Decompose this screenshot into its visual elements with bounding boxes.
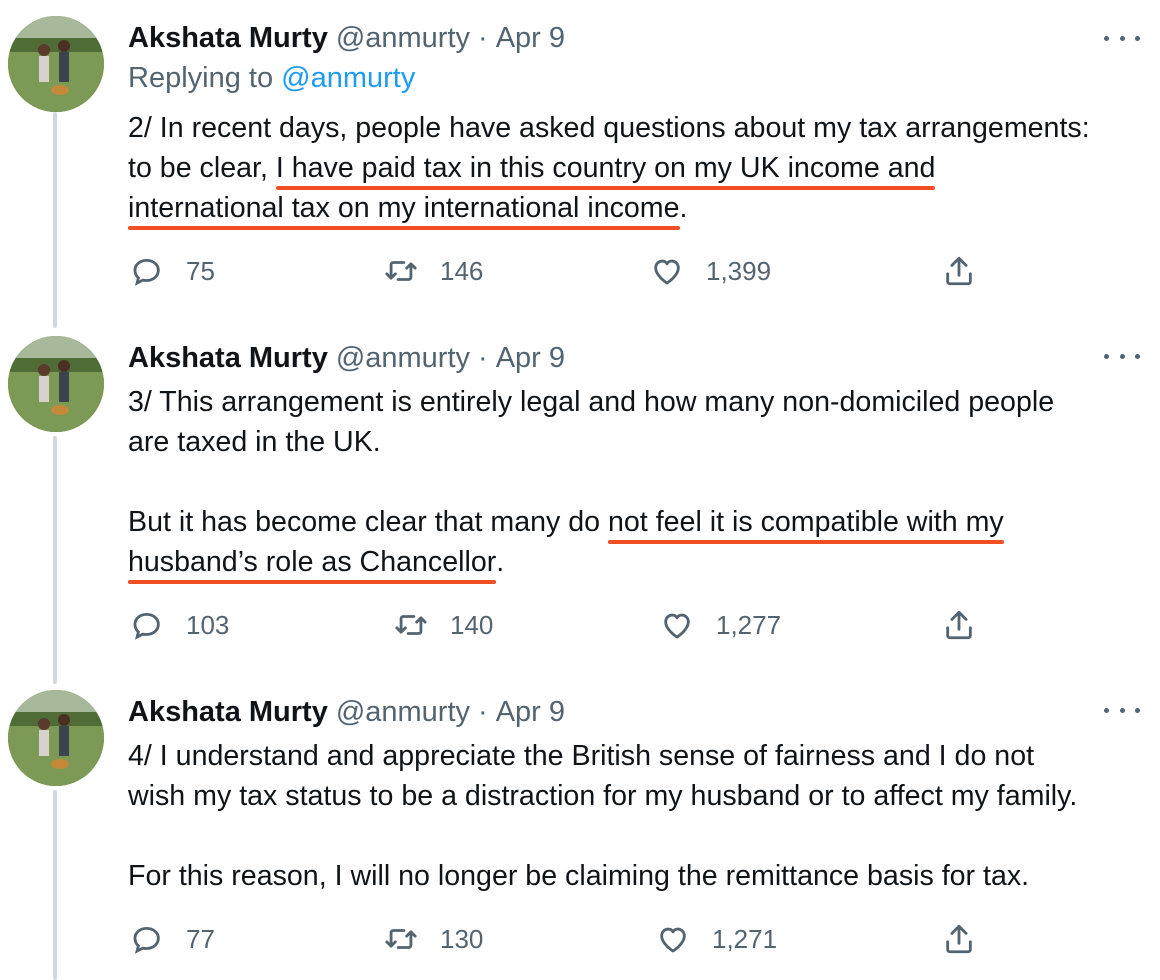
avatar[interactable] [8,336,104,432]
more-options-icon[interactable] [1104,26,1140,50]
reply-icon [133,926,160,954]
tweet-text-line: But it has become clear that many do not… [128,506,1004,538]
heart-icon [664,613,690,639]
reply-button[interactable]: 77 [130,922,215,956]
tweet-text-line: 4/ I understand and appreciate the Briti… [128,740,1035,772]
reply-count: 103 [186,609,230,640]
like-count: 1,277 [716,609,782,640]
reply-icon [133,612,160,640]
display-name[interactable]: Akshata Murty [128,22,328,55]
tweet-date[interactable]: Apr 9 [496,342,565,375]
tweet-header: Akshata Murty @anmurty · Apr 9 [128,692,565,732]
share-icon [946,610,972,640]
more-options-icon[interactable] [1104,698,1140,722]
tweet-text-line: For this reason, I will no longer be cla… [128,860,1030,892]
replying-handle-link[interactable]: @anmurty [281,62,415,94]
separator-dot: · [478,695,488,728]
like-count: 1,271 [712,923,778,954]
user-handle[interactable]: @anmurty [336,342,470,375]
tweet-text-line: to be clear, I have paid tax in this cou… [128,152,936,184]
tweet-text-line: are taxed in the UK. [128,426,381,458]
display-name[interactable]: Akshata Murty [128,696,328,729]
like-button[interactable]: 1,271 [656,922,777,956]
tweet-text-line: husband’s role as Chancellor. [128,546,505,578]
avatar[interactable] [8,690,104,786]
tweet-date[interactable]: Apr 9 [496,696,565,729]
like-button[interactable]: 1,277 [660,608,781,642]
retweet-count: 130 [440,923,484,954]
highlighted-text: I have paid tax in this country on my UK… [275,152,936,184]
share-button[interactable] [942,254,976,288]
separator-dot: · [478,21,488,54]
tweet-date[interactable]: Apr 9 [496,22,565,55]
user-handle[interactable]: @anmurty [336,22,470,55]
tweet-text-line: wish my tax status to be a distraction f… [128,780,1078,812]
retweet-count: 140 [450,609,494,640]
tweet-text-line: 3/ This arrangement is entirely legal an… [128,386,1055,418]
avatar[interactable] [8,16,104,112]
reply-icon [133,258,160,286]
retweet-icon [395,615,427,635]
retweet-button[interactable]: 140 [394,608,493,642]
share-button[interactable] [942,922,976,956]
separator-dot: · [478,341,488,374]
user-handle[interactable]: @anmurty [336,696,470,729]
tweet-header: Akshata Murty @anmurty · Apr 9 [128,338,565,378]
tweet-text-line: 2/ In recent days, people have asked que… [128,112,1090,144]
tweet[interactable]: Akshata Murty @anmurty · Apr 9 4/ I unde… [0,676,1160,980]
like-count: 1,399 [706,255,772,286]
retweet-icon [385,929,417,949]
tweet[interactable]: Akshata Murty @anmurty · Apr 9 Replying … [0,0,1160,320]
reply-count: 77 [186,923,215,954]
share-icon [946,924,972,954]
like-button[interactable]: 1,399 [650,254,771,288]
tweet-text: 3/ This arrangement is entirely legal an… [128,382,1148,582]
share-icon [946,256,972,286]
replying-prefix: Replying to [128,62,274,94]
reply-button[interactable]: 75 [130,254,215,288]
reply-count: 75 [186,255,215,286]
retweet-button[interactable]: 146 [384,254,483,288]
display-name[interactable]: Akshata Murty [128,342,328,375]
replying-to: Replying to @anmurty [128,62,415,95]
retweet-button[interactable]: 130 [384,922,483,956]
heart-icon [660,927,686,953]
tweet-text: 2/ In recent days, people have asked que… [128,108,1148,228]
tweet-text: 4/ I understand and appreciate the Briti… [128,736,1148,896]
more-options-icon[interactable] [1104,344,1140,368]
highlighted-text: husband’s role as Chancellor [128,546,497,578]
heart-icon [654,259,680,285]
retweet-count: 146 [440,255,484,286]
retweet-icon [385,261,417,281]
highlighted-text: international tax on my international in… [128,192,680,224]
highlighted-text: not feel it is compatible with my [608,506,1004,538]
share-button[interactable] [942,608,976,642]
reply-button[interactable]: 103 [130,608,229,642]
tweet[interactable]: Akshata Murty @anmurty · Apr 9 3/ This a… [0,322,1160,662]
tweet-header: Akshata Murty @anmurty · Apr 9 [128,18,565,58]
tweet-text-line: international tax on my international in… [128,192,688,224]
